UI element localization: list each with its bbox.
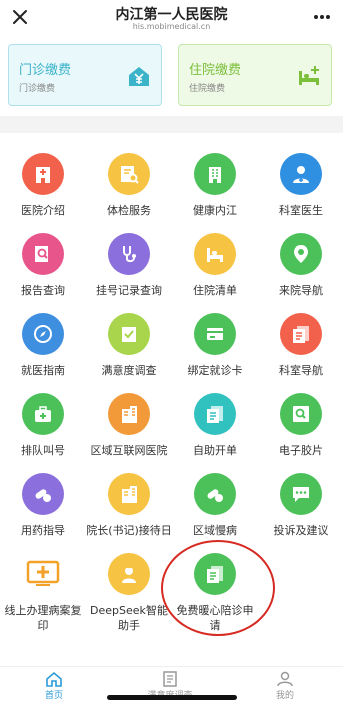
tab-home[interactable]: 首页 <box>24 671 84 701</box>
service-label: 科室医生 <box>279 204 323 217</box>
service-label: 挂号记录查询 <box>96 284 162 297</box>
service-item-department-navigation[interactable]: 科室导航 <box>258 313 343 378</box>
stethoscope-icon <box>108 233 150 275</box>
checklist-icon <box>108 313 150 355</box>
medkit-icon <box>22 393 64 435</box>
service-label: 自助开单 <box>193 444 237 457</box>
service-item-hospital-intro[interactable]: 医院介绍 <box>0 153 86 218</box>
service-item-bind-card[interactable]: 绑定就诊卡 <box>172 313 258 378</box>
service-item-electronic-film[interactable]: 电子胶片 <box>258 393 343 458</box>
service-label: 医院介绍 <box>21 204 65 217</box>
page-title: 内江第一人民医院 <box>115 7 228 23</box>
outpatient-payment-card[interactable]: 门诊缴费 门诊缴费 <box>8 44 162 106</box>
service-label: 排队叫号 <box>21 444 65 457</box>
service-label: 电子胶片 <box>279 444 323 457</box>
top-bar: 内江第一人民医院 his.mobimedical.cn <box>0 0 343 38</box>
documents-icon <box>194 393 236 435</box>
service-label: DeepSeek智能助手 <box>90 604 168 632</box>
service-label: 来院导航 <box>279 284 323 297</box>
doctor-icon <box>280 153 322 195</box>
building-icon <box>108 393 150 435</box>
card-icon <box>194 313 236 355</box>
outpatient-payment-subtitle: 门诊缴费 <box>19 84 56 94</box>
inpatient-payment-title: 住院缴费 <box>189 63 242 78</box>
home-indicator <box>107 695 237 700</box>
location-icon <box>280 233 322 275</box>
yen-house-icon <box>129 67 149 86</box>
service-label: 住院清单 <box>193 284 237 297</box>
service-item-queue-call[interactable]: 排队叫号 <box>0 393 86 458</box>
service-item-inpatient-list[interactable]: 住院清单 <box>172 233 258 298</box>
service-label: 用药指导 <box>21 524 65 537</box>
outpatient-payment-title: 门诊缴费 <box>19 63 72 78</box>
home-icon <box>46 671 62 687</box>
service-item-regional-internet-hospital[interactable]: 区域互联网医院 <box>86 393 172 458</box>
service-item-medical-guide[interactable]: 就医指南 <box>0 313 86 378</box>
service-item-healthy-neijiang[interactable]: 健康内江 <box>172 153 258 218</box>
service-item-navigation[interactable]: 来院导航 <box>258 233 343 298</box>
document-search-icon <box>108 153 150 195</box>
bed-icon <box>194 233 236 275</box>
inpatient-payment-card[interactable]: 住院缴费 住院缴费 <box>178 44 332 106</box>
service-label: 投诉及建议 <box>273 524 329 537</box>
service-label: 就医指南 <box>21 364 65 377</box>
pills-icon <box>194 473 236 515</box>
tab-mine[interactable]: 我的 <box>255 671 315 701</box>
service-item-complaints-suggestions[interactable]: 投诉及建议 <box>258 473 343 538</box>
service-item-director-reception-day[interactable]: 院长(书记)接待日 <box>86 473 172 538</box>
service-label: 科室导航 <box>279 364 323 377</box>
assistant-icon <box>108 553 150 595</box>
service-label: 绑定就诊卡 <box>187 364 243 377</box>
service-label: 区域慢病 <box>193 524 237 537</box>
building-icon <box>194 153 236 195</box>
service-label: 院长(书记)接待日 <box>86 524 172 537</box>
chat-icon <box>280 473 322 515</box>
service-item-medication-guide[interactable]: 用药指导 <box>0 473 86 538</box>
service-item-deepseek-assistant[interactable]: DeepSeek智能助手 <box>86 553 172 633</box>
service-item-departments-doctors[interactable]: 科室医生 <box>258 153 343 218</box>
highlight-circle <box>161 540 275 636</box>
service-label: 报告查询 <box>21 284 65 297</box>
report-search-icon <box>22 233 64 275</box>
bed-plus-icon <box>299 66 319 85</box>
pills-icon <box>22 473 64 515</box>
hospital-icon <box>22 153 64 195</box>
service-item-self-order[interactable]: 自助开单 <box>172 393 258 458</box>
user-icon <box>277 671 293 687</box>
service-label: 健康内江 <box>193 204 237 217</box>
service-item-report-query[interactable]: 报告查询 <box>0 233 86 298</box>
inpatient-payment-subtitle: 住院缴费 <box>189 84 226 94</box>
service-item-regional-chronic-disease[interactable]: 区域慢病 <box>172 473 258 538</box>
survey-icon <box>163 671 177 687</box>
payment-section: 门诊缴费 门诊缴费 住院缴费 住院缴费 <box>0 38 343 116</box>
screen-cross-icon <box>22 553 64 595</box>
page-url: his.mobimedical.cn <box>132 22 211 31</box>
service-item-checkup[interactable]: 体检服务 <box>86 153 172 218</box>
service-label: 区域互联网医院 <box>90 444 168 457</box>
tab-label: 我的 <box>275 691 294 701</box>
compass-icon <box>22 313 64 355</box>
service-label: 满意度调查 <box>101 364 157 377</box>
more-icon[interactable] <box>313 14 331 20</box>
service-label: 线上办理病案复印 <box>4 604 82 632</box>
service-item-medical-record-copy[interactable]: 线上办理病案复印 <box>0 553 86 633</box>
tab-label: 首页 <box>44 691 63 701</box>
service-item-satisfaction-survey[interactable]: 满意度调查 <box>86 313 172 378</box>
service-label: 体检服务 <box>107 204 151 217</box>
service-item-registration-records[interactable]: 挂号记录查询 <box>86 233 172 298</box>
film-icon <box>280 393 322 435</box>
documents-icon <box>280 313 322 355</box>
building-icon <box>108 473 150 515</box>
